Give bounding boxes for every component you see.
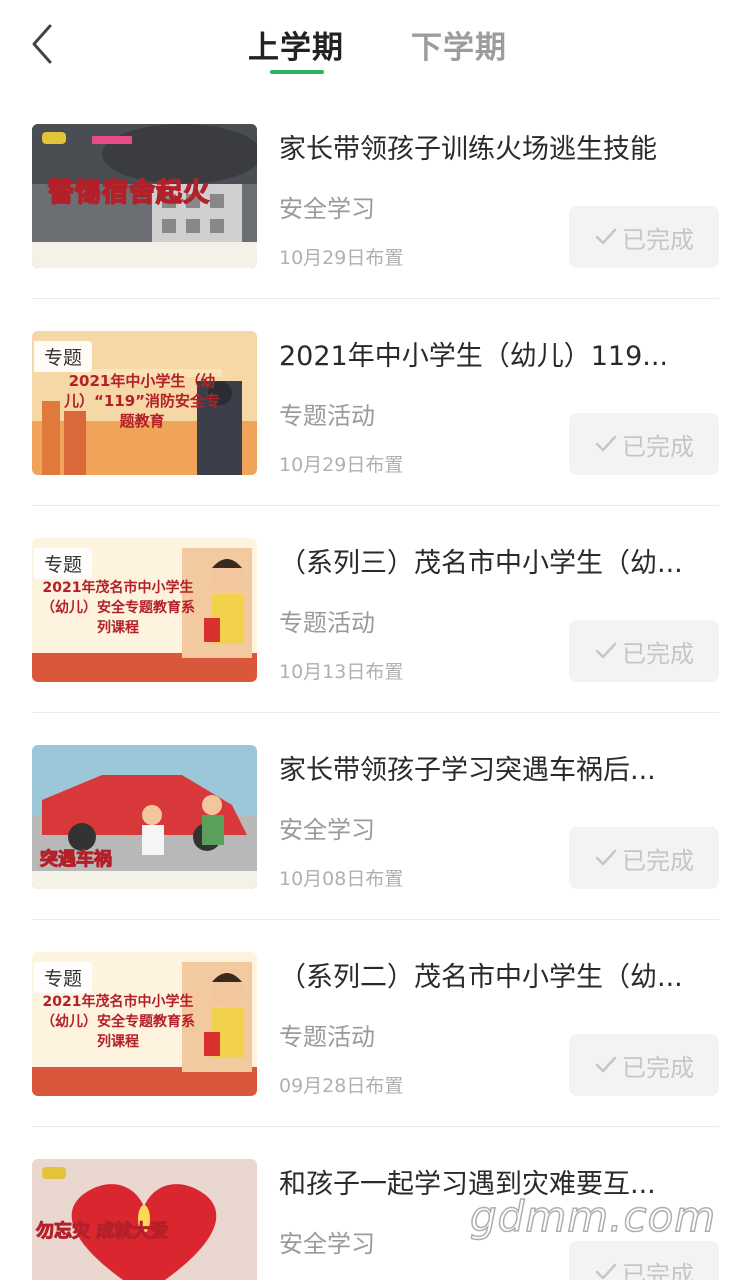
car-accident-thumbnail: 突遇车祸 bbox=[32, 745, 257, 889]
item-title: （系列二）茂名市中小学生（幼... bbox=[279, 962, 683, 993]
completed-button[interactable]: 已完成 bbox=[569, 1034, 719, 1096]
check-icon bbox=[595, 435, 617, 452]
status-label: 已完成 bbox=[622, 846, 694, 875]
fire-building-thumbnail: 警惕宿舍起火 bbox=[32, 124, 257, 268]
thumb-caption: 2021年茂名市中小学生（幼儿）安全专题教育系列课程 bbox=[41, 994, 195, 1050]
item-category: 专题活动 bbox=[279, 402, 375, 430]
completed-button[interactable]: 已完成 bbox=[569, 620, 719, 682]
list-item[interactable]: 2021年茂名市中小学生（幼儿）安全专题教育系列课程 专题 （系列三）茂名市中小… bbox=[0, 506, 739, 713]
status-label: 已完成 bbox=[622, 639, 694, 668]
student-poster-thumbnail: 2021年茂名市中小学生（幼儿）安全专题教育系列课程 专题 bbox=[32, 952, 257, 1096]
check-icon bbox=[595, 1056, 617, 1073]
status-label: 已完成 bbox=[622, 1053, 694, 1082]
list-item[interactable]: 突遇车祸 家长带领孩子学习突遇车祸后... 安全学习 10月08日布置 已完成 bbox=[0, 713, 739, 920]
item-title: （系列三）茂名市中小学生（幼... bbox=[279, 548, 683, 579]
item-category: 安全学习 bbox=[279, 195, 375, 223]
item-date: 10月29日布置 bbox=[279, 454, 404, 476]
top-bar: 上学期 下学期 bbox=[0, 0, 739, 92]
heart-candle-thumbnail: 勿忘灾 成就大爱 bbox=[32, 1159, 257, 1280]
topic-tag: 专题 bbox=[34, 341, 93, 372]
item-title: 家长带领孩子学习突遇车祸后... bbox=[279, 755, 656, 786]
item-title: 家长带领孩子训练火场逃生技能 bbox=[279, 134, 657, 165]
thumb-caption: 2021年茂名市中小学生（幼儿）安全专题教育系列课程 bbox=[41, 580, 195, 636]
status-label: 已完成 bbox=[622, 432, 694, 461]
chevron-left-icon bbox=[32, 24, 52, 64]
item-title: 2021年中小学生（幼儿）119... bbox=[279, 341, 668, 372]
list-item[interactable]: 2021年中小学生（幼儿）“119”消防安全专题教育 专题 2021年中小学生（… bbox=[0, 299, 739, 506]
active-tab-indicator bbox=[270, 70, 324, 74]
watermark: gdmm.com bbox=[469, 1191, 717, 1242]
completed-button[interactable]: 已完成 bbox=[569, 1241, 719, 1280]
topic-tag: 专题 bbox=[34, 962, 93, 993]
thumb-caption: 警惕宿舍起火 bbox=[47, 177, 211, 209]
check-icon bbox=[595, 849, 617, 866]
student-poster-thumbnail: 2021年茂名市中小学生（幼儿）安全专题教育系列课程 专题 bbox=[32, 538, 257, 682]
completed-button[interactable]: 已完成 bbox=[569, 827, 719, 889]
completed-button[interactable]: 已完成 bbox=[569, 413, 719, 475]
item-category: 专题活动 bbox=[279, 1023, 375, 1051]
thumb-caption: 勿忘灾 成就大爱 bbox=[35, 1221, 169, 1243]
status-label: 已完成 bbox=[622, 1260, 694, 1280]
item-date: 10月29日布置 bbox=[279, 247, 404, 269]
status-label: 已完成 bbox=[622, 225, 694, 254]
item-date: 10月08日布置 bbox=[279, 868, 404, 890]
thumb-caption: 2021年中小学生（幼儿）“119”消防安全专题教育 bbox=[63, 372, 221, 430]
completed-button[interactable]: 已完成 bbox=[569, 206, 719, 268]
item-category: 专题活动 bbox=[279, 609, 375, 637]
item-date: 09月28日布置 bbox=[279, 1075, 404, 1097]
back-button[interactable] bbox=[26, 22, 66, 66]
item-category: 安全学习 bbox=[279, 816, 375, 844]
tab-second-semester[interactable]: 下学期 bbox=[411, 22, 507, 67]
list-item[interactable]: 警惕宿舍起火 家长带领孩子训练火场逃生技能 安全学习 10月29日布置 已完成 bbox=[0, 92, 739, 299]
check-icon bbox=[595, 1263, 617, 1280]
check-icon bbox=[595, 228, 617, 245]
thumb-caption: 突遇车祸 bbox=[40, 849, 113, 871]
item-date: 10月13日布置 bbox=[279, 661, 404, 683]
firefighter-poster-thumbnail: 2021年中小学生（幼儿）“119”消防安全专题教育 专题 bbox=[32, 331, 257, 475]
item-category: 安全学习 bbox=[279, 1230, 375, 1258]
check-icon bbox=[595, 642, 617, 659]
list-item[interactable]: 2021年茂名市中小学生（幼儿）安全专题教育系列课程 专题 （系列二）茂名市中小… bbox=[0, 920, 739, 1127]
topic-tag: 专题 bbox=[34, 548, 93, 579]
tab-first-semester[interactable]: 上学期 bbox=[248, 22, 344, 67]
